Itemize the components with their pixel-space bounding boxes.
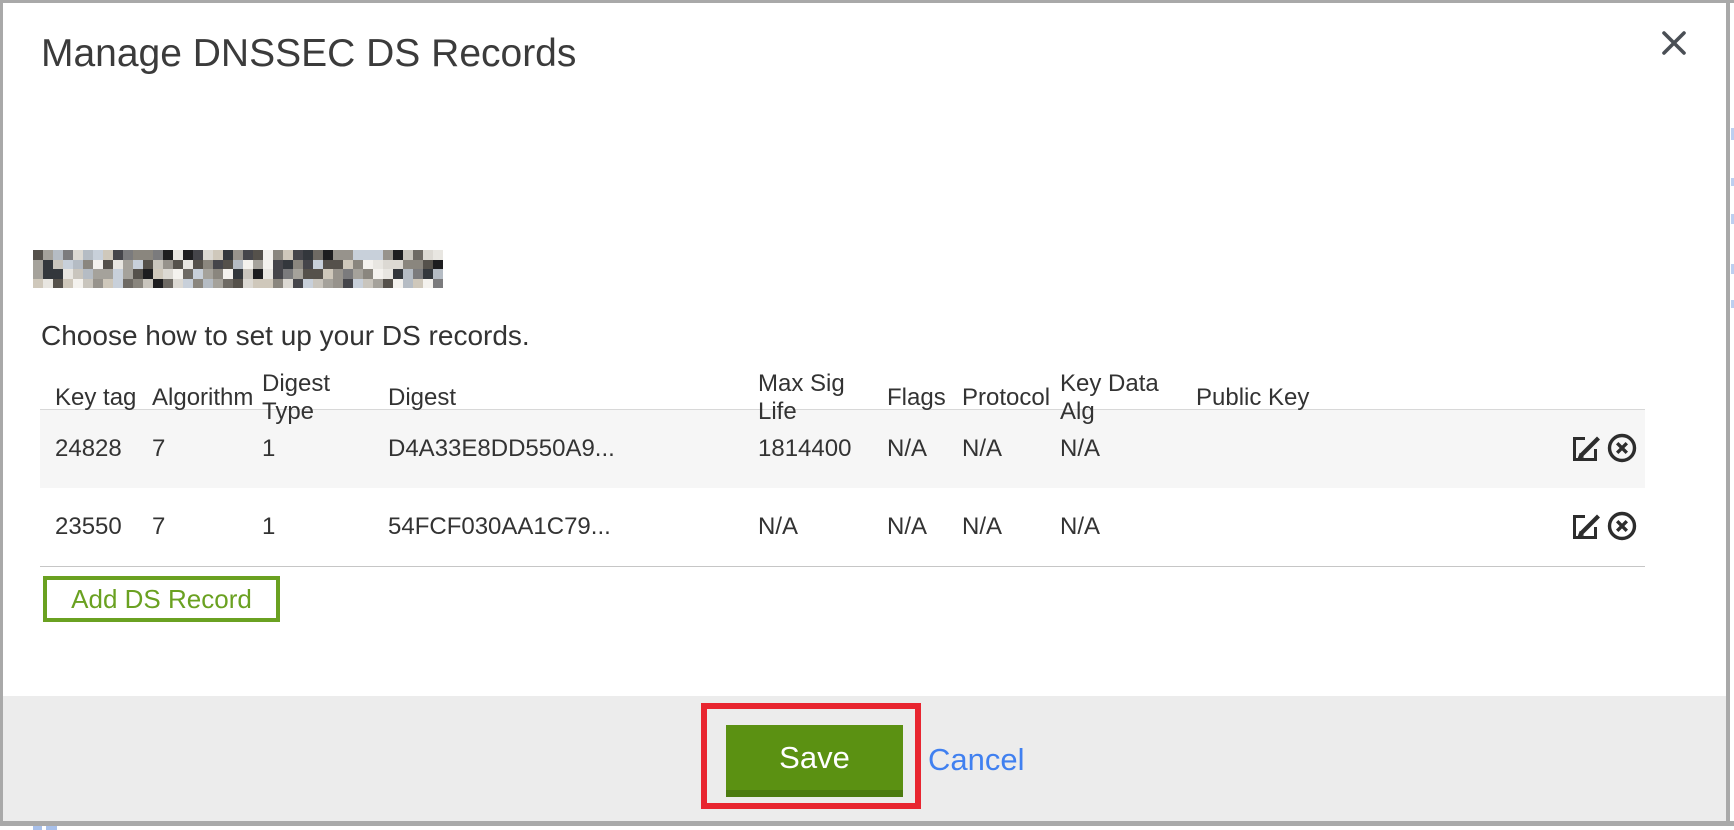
cancel-link[interactable]: Cancel — [928, 742, 1025, 778]
add-ds-record-button[interactable]: Add DS Record — [43, 576, 280, 622]
table-body: 2482871D4A33E8DD550A9...1814400N/AN/AN/A… — [40, 409, 1645, 567]
background-fragment — [46, 826, 57, 830]
cell-flags: N/A — [887, 513, 962, 541]
table-row: 235507154FCF030AA1C79...N/AN/AN/AN/A — [40, 488, 1645, 566]
column-header-key-tag: Key tag — [40, 384, 152, 412]
dnssec-modal: Manage DNSSEC DS Records Choose how to s… — [0, 0, 1734, 830]
column-header-protocol: Protocol — [962, 384, 1060, 412]
delete-record-button[interactable] — [1604, 509, 1640, 545]
column-header-public-key: Public Key — [1196, 384, 1550, 412]
modal-border-right — [1726, 0, 1730, 826]
cell-key-data-alg: N/A — [1060, 435, 1196, 463]
delete-icon — [1604, 508, 1640, 547]
delete-record-button[interactable] — [1604, 431, 1640, 467]
close-icon — [1660, 29, 1688, 60]
column-header-algorithm: Algorithm — [152, 384, 262, 412]
cell-algorithm: 7 — [152, 513, 262, 541]
cell-max-sig-life: N/A — [758, 513, 887, 541]
instruction-text: Choose how to set up your DS records. — [41, 320, 530, 352]
cell-protocol: N/A — [962, 513, 1060, 541]
modal-border-bottom — [0, 821, 1734, 826]
cell-key-tag: 24828 — [40, 435, 152, 463]
cell-max-sig-life: 1814400 — [758, 435, 887, 463]
save-button[interactable]: Save — [726, 725, 903, 797]
delete-icon — [1604, 430, 1640, 469]
page-title: Manage DNSSEC DS Records — [41, 32, 576, 76]
cell-digest: D4A33E8DD550A9... — [388, 435, 758, 463]
table-header-row: Key tagAlgorithmDigest TypeDigestMax Sig… — [40, 370, 1645, 409]
column-header-key-data-alg: Key Data Alg — [1060, 370, 1196, 426]
background-fragment — [33, 826, 42, 830]
cell-protocol: N/A — [962, 435, 1060, 463]
redacted-domain-name — [33, 250, 443, 288]
edit-icon — [1568, 430, 1604, 469]
cell-key-tag: 23550 — [40, 513, 152, 541]
cell-key-data-alg: N/A — [1060, 513, 1196, 541]
cell-digest-type: 1 — [262, 435, 388, 463]
cell-digest: 54FCF030AA1C79... — [388, 513, 758, 541]
cell-digest-type: 1 — [262, 513, 388, 541]
close-button[interactable] — [1656, 26, 1692, 62]
cell-flags: N/A — [887, 435, 962, 463]
column-header-digest: Digest — [388, 384, 758, 412]
edit-record-button[interactable] — [1568, 431, 1604, 467]
row-actions — [1550, 509, 1645, 545]
column-header-max-sig-life: Max Sig Life — [758, 370, 887, 426]
edit-icon — [1568, 508, 1604, 547]
cell-algorithm: 7 — [152, 435, 262, 463]
row-actions — [1550, 431, 1645, 467]
edit-record-button[interactable] — [1568, 509, 1604, 545]
column-header-flags: Flags — [887, 384, 962, 412]
column-header-digest-type: Digest Type — [262, 370, 388, 426]
ds-records-table: Key tagAlgorithmDigest TypeDigestMax Sig… — [40, 370, 1645, 567]
modal-border-top — [0, 0, 1734, 3]
